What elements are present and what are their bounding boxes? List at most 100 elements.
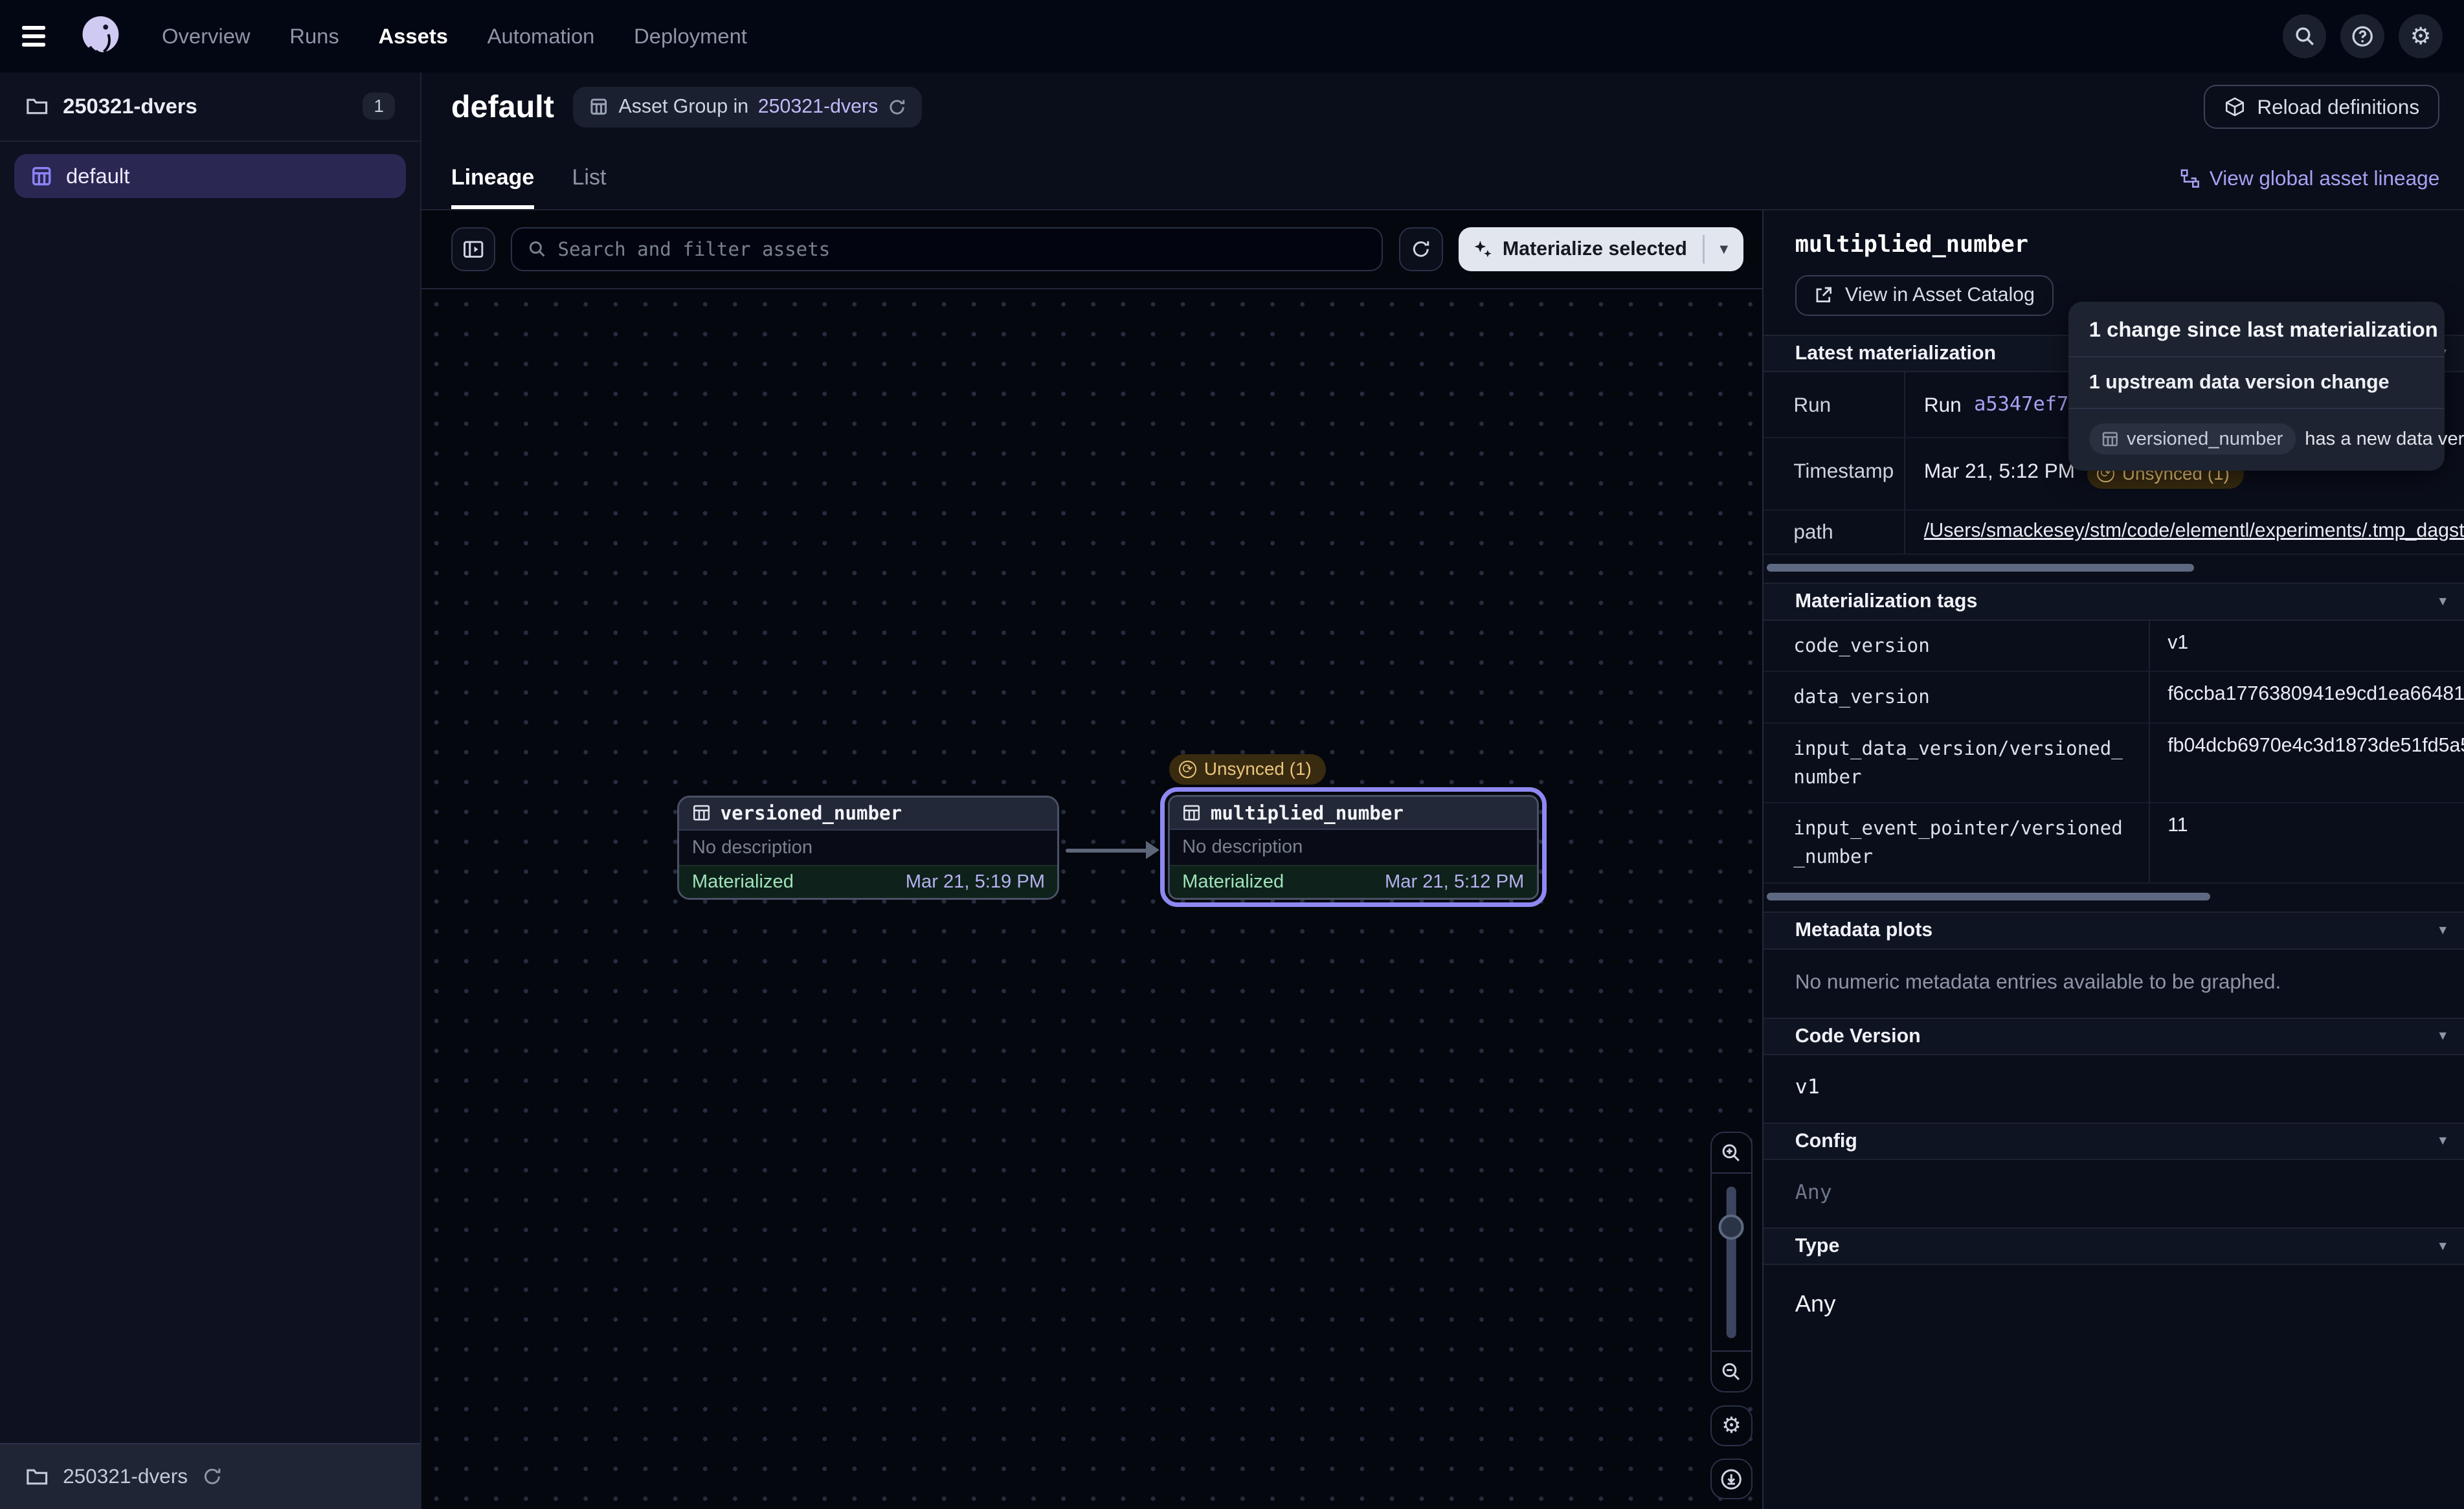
asset-chip-label: versioned_number [2127,429,2283,450]
row-label: Run [1764,372,1905,437]
sidebar-group-count: 1 [363,93,395,120]
section-label: Type [1795,1235,1840,1257]
node-header: versioned_number [679,798,1057,831]
nav-assets[interactable]: Assets [378,24,447,49]
lineage-canvas[interactable]: versioned_number No description Material… [421,289,1763,1509]
asset-chip-versioned-number[interactable]: versioned_number [2089,423,2296,455]
node-description: No description [1182,836,1303,858]
zoom-slider[interactable] [1712,1174,1752,1350]
section-label: Latest materialization [1795,342,1996,364]
tag-row: input_event_pointer/versioned_number 11 [1764,803,2464,883]
nav-deployment[interactable]: Deployment [634,24,747,49]
folder-icon [25,95,49,118]
search-icon[interactable] [2283,14,2327,58]
download-icon[interactable] [1710,1459,1753,1499]
selection-ring: multiplied_number No description Materia… [1160,787,1547,907]
view-in-asset-catalog-button[interactable]: View in Asset Catalog [1795,275,2054,316]
graph-settings-gear-icon[interactable]: ⚙ [1710,1405,1753,1446]
tag-value: f6ccba1776380941e9cd1ea66481d [2150,672,2464,722]
collapse-caret-icon[interactable]: ▼ [2437,1134,2449,1148]
help-icon[interactable] [2340,14,2384,58]
tag-key: input_event_pointer/versioned_number [1764,803,2150,882]
collapse-caret-icon[interactable]: ▼ [2437,594,2449,609]
nav-automation[interactable]: Automation [487,24,595,49]
section-metadata-plots[interactable]: Metadata plots ▼ [1764,911,2464,949]
timestamp-value: Mar 21, 5:12 PM [1924,459,2075,483]
chevron-down-icon[interactable]: ▼ [1705,227,1743,271]
horizontal-scrollbar[interactable] [1767,893,2464,900]
panel-expand-icon[interactable] [451,227,495,271]
nav-runs[interactable]: Runs [289,24,339,49]
table-icon [692,803,711,822]
popover-title: 1 change since last materialization [2068,302,2444,357]
asset-group-chip[interactable]: Asset Group in 250321-dvers [573,87,922,128]
section-config[interactable]: Config ▼ [1764,1123,2464,1160]
sync-icon: ⟳ [1179,761,1196,778]
section-code-version[interactable]: Code Version ▼ [1764,1018,2464,1055]
section-type[interactable]: Type ▼ [1764,1227,2464,1265]
folder-icon [25,1465,49,1488]
changes-popover: 1 change since last materialization 1 up… [2068,302,2444,470]
config-value: Any [1764,1160,2464,1227]
reload-cube-icon [2224,96,2246,118]
topnav-actions: ⚙ [2283,14,2443,58]
refresh-icon[interactable] [1399,227,1443,271]
lineage-graph-icon [2180,168,2201,189]
tag-value: fb04dcb6970e4c3d1873de51fd5a5 [2150,724,2464,802]
unsynced-badge[interactable]: ⟳ Unsynced (1) [1169,754,1325,784]
dagster-logo[interactable] [77,12,124,60]
lineage-edge [1066,849,1149,853]
nav-overview[interactable]: Overview [162,24,251,49]
view-global-lineage-link[interactable]: View global asset lineage [2180,166,2440,209]
external-link-icon [1813,285,1834,306]
collapse-caret-icon[interactable]: ▼ [2437,923,2449,938]
reload-definitions-button[interactable]: Reload definitions [2204,85,2439,129]
table-icon [2101,430,2119,448]
popover-suffix-text: has a new data version [2305,429,2464,450]
refresh-icon[interactable] [888,98,906,117]
path-link[interactable]: /Users/smackesey/stm/code/elementl/exper… [1924,520,2464,542]
page-title: default [451,89,554,125]
node-header: multiplied_number [1170,797,1537,830]
materialize-selected-button[interactable]: Materialize selected ▼ [1459,227,1743,271]
section-materialization-tags[interactable]: Materialization tags ▼ [1764,583,2464,620]
sidebar-group-row[interactable]: 250321-dvers 1 [0,73,420,142]
gear-icon[interactable]: ⚙ [2399,14,2443,58]
sidebar-item-label: default [66,164,129,188]
search-icon [528,240,546,258]
popover-detail-row: versioned_number has a new data version [2068,409,2444,471]
zoom-slider-track[interactable] [1727,1187,1736,1338]
menu-icon[interactable] [22,21,56,52]
tab-list[interactable]: List [572,165,607,209]
asset-node-versioned-number[interactable]: versioned_number No description Material… [677,796,1059,900]
node-name: versioned_number [721,802,902,824]
sidebar-item-default[interactable]: default [14,154,406,198]
metadata-plots-empty-text: No numeric metadata entries available to… [1764,950,2464,1018]
sidebar-footer[interactable]: 250321-dvers [0,1443,420,1509]
refresh-icon[interactable] [202,1466,223,1487]
search-input[interactable] [557,238,1366,260]
lineage-pane: Materialize selected ▼ versioned_nu [421,210,1764,1509]
node-name: multiplied_number [1211,802,1404,824]
tab-lineage[interactable]: Lineage [451,165,534,209]
zoom-out-icon[interactable] [1712,1350,1752,1391]
panel-asset-title: multiplied_number [1795,231,2434,258]
horizontal-scrollbar[interactable] [1767,564,2464,572]
collapse-caret-icon[interactable]: ▼ [2437,1029,2449,1044]
asset-group-icon [30,164,53,188]
chip-link[interactable]: 250321-dvers [758,96,879,118]
node-timestamp: Mar 21, 5:19 PM [906,871,1045,893]
view-in-asset-catalog-label: View in Asset Catalog [1845,284,2035,306]
section-label: Metadata plots [1795,919,1932,941]
collapse-caret-icon[interactable]: ▼ [2437,1239,2449,1254]
run-id-link[interactable]: a5347ef7 [1974,393,2068,416]
table-icon [1182,803,1201,822]
asset-node-multiplied-number[interactable]: multiplied_number No description Materia… [1168,795,1539,899]
primary-nav: Overview Runs Assets Automation Deployme… [162,24,747,49]
zoom-slider-handle[interactable] [1719,1214,1744,1240]
node-description: No description [692,837,812,858]
node-footer: Materialized Mar 21, 5:12 PM [1170,865,1537,898]
asset-search-box [511,227,1383,271]
zoom-in-icon[interactable] [1712,1133,1752,1174]
row-label: path [1764,511,1905,553]
